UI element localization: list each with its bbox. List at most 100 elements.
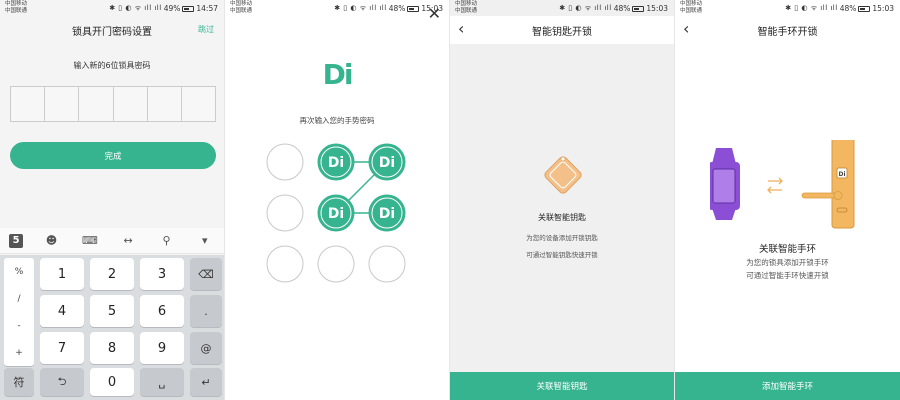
feature-subtitle-1: 为您的设备添加开锁钥匙 [526,234,598,242]
pin-box[interactable] [79,87,114,121]
keyboard-toolbar: 5 ☻ ⌨ ↔ ⚲ ▾ [0,228,224,254]
feature-title: 关联智能钥匙 [538,213,586,222]
key-dot[interactable]: . [190,295,222,327]
carrier-2: 中国联通 [5,8,28,14]
signal-icons: ✱ ▯ ◐ ᯤ ıll ıll [109,4,162,12]
collapse-icon[interactable]: ▾ [195,234,215,247]
symbol-column[interactable]: % / - + [4,258,34,366]
clock: 15:03 [646,4,668,13]
gesture-node[interactable] [266,245,304,283]
undo-key[interactable]: ⮌ [40,368,84,396]
feature-title: 关联智能手环 [758,244,816,255]
skip-link[interactable]: 跳过 [198,24,214,35]
symbol-key[interactable]: 符 [4,368,34,396]
signal-icons: ✱ ▯ ◐ ᯤ ıll ıll [785,4,838,12]
node-logo: Di [379,206,395,222]
pin-box[interactable] [45,87,80,121]
close-icon[interactable]: ✕ [428,4,441,23]
key-minus[interactable]: - [17,321,20,331]
key-6[interactable]: 6 [140,295,184,327]
carrier-1: 中国移动 [455,1,478,7]
screen-smart-band: 中国移动 中国联通 ✱ ▯ ◐ ᯤ ıll ıll 48% 15:03 ‹ 智能… [675,0,900,400]
key-at[interactable]: @ [190,332,222,364]
space-key[interactable]: ␣ [140,368,184,396]
gesture-prompt: 再次输入您的手势密码 [299,116,375,125]
clock: 15:03 [872,4,894,13]
back-arrow-icon[interactable]: ‹ [683,21,689,37]
title-bar: ‹ 智能钥匙开锁 [450,16,674,44]
carrier-1: 中国移动 [680,1,703,7]
carrier-2: 中国联通 [680,8,703,14]
screen-gesture-password: 中国移动 中国联通 ✱ ▯ ◐ ᯤ ıll ıll 48% 15:03 ✕ Di… [225,0,450,400]
band-lock-illustration: Di [710,140,855,229]
signal-icons: ✱ ▯ ◐ ᯤ ıll ıll [559,4,612,12]
key-slash[interactable]: / [17,294,20,304]
screen-lock-password: 中国移动 中国联通 ✱ ▯ ◐ ᯤ ıll ıll 49% 14:57 锁具开门… [0,0,225,400]
key-1[interactable]: 1 [40,258,84,290]
carrier-1: 中国移动 [230,1,253,7]
password-prompt: 输入新的6位锁具密码 [73,61,151,70]
pin-box[interactable] [182,87,215,121]
gesture-node[interactable]: Di [317,143,355,181]
add-smart-band-button[interactable]: 添加智能手环 [675,372,900,400]
app-logo: Di [322,58,354,91]
lock-label: Di [838,171,845,178]
gesture-pad[interactable]: Di Di Di Di [225,135,450,295]
done-button[interactable]: 完成 [10,142,216,169]
battery-level: 48% [839,4,857,13]
sync-arrows-icon [767,177,783,194]
node-logo: Di [328,206,344,222]
smart-band-icon [710,148,740,220]
title-bar: 锁具开门密码设置 跳过 [0,16,224,44]
keyboard-icon[interactable]: ⌨ [80,234,100,247]
carrier-2: 中国联通 [455,8,478,14]
key-9[interactable]: 9 [140,332,184,364]
gesture-node[interactable] [368,245,406,283]
status-bar: 中国移动 中国联通 ✱ ▯ ◐ ᯤ ıll ıll 49% 14:57 [0,0,224,16]
page-title: 智能钥匙开锁 [532,26,592,38]
gesture-node[interactable] [317,245,355,283]
page-title: 智能手环开锁 [757,26,818,38]
pin-input[interactable] [10,86,216,122]
key-percent[interactable]: % [15,267,24,277]
carrier-2: 中国联通 [230,8,253,14]
backspace-key[interactable]: ⌫ [190,258,222,290]
emoji-icon[interactable]: ☻ [41,234,61,247]
gesture-node[interactable] [266,143,304,181]
key-0[interactable]: 0 [90,368,134,396]
key-8[interactable]: 8 [90,332,134,364]
door-lock-icon: Di [801,140,855,229]
pin-box[interactable] [11,87,46,121]
gesture-node[interactable]: Di [368,194,406,232]
gesture-node[interactable]: Di [317,194,355,232]
cursor-move-icon[interactable]: ↔ [118,234,138,247]
status-bar: 中国移动 中国联通 ✱ ▯ ◐ ᯤ ıll ıll 48% 15:03 [225,0,449,16]
key-plus[interactable]: + [15,348,23,358]
battery-icon [858,5,871,12]
status-bar: 中国移动 中国联通 ✱ ▯ ◐ ᯤ ıll ıll 48% 15:03 [675,0,900,16]
gesture-node[interactable]: Di [368,143,406,181]
battery-level: 48% [388,4,406,13]
page-title: 锁具开门密码设置 [72,26,152,38]
pin-box[interactable] [114,87,148,121]
status-bar: 中国移动 中国联通 ✱ ▯ ◐ ᯤ ıll ıll 48% 15:03 [450,0,674,16]
feature-subtitle-2: 可通过智能钥匙快速开锁 [526,251,598,259]
pin-box[interactable] [148,87,182,121]
search-icon[interactable]: ⚲ [156,234,176,247]
battery-level: 48% [613,4,631,13]
battery-icon [182,5,195,12]
key-2[interactable]: 2 [90,258,134,290]
link-smart-key-button[interactable]: 关联智能钥匙 [450,372,674,400]
key-5[interactable]: 5 [90,295,134,327]
back-arrow-icon[interactable]: ‹ [458,21,464,37]
carrier-1: 中国移动 [5,1,28,7]
key-3[interactable]: 3 [140,258,184,290]
battery-level: 49% [163,4,181,13]
gesture-node[interactable] [266,194,304,232]
signal-icons: ✱ ▯ ◐ ᯤ ıll ıll [334,4,387,12]
node-logo: Di [379,155,395,171]
key-4[interactable]: 4 [40,295,84,327]
enter-key[interactable]: ↵ [190,368,222,396]
sogou-logo-icon[interactable]: 5 [9,233,24,248]
key-7[interactable]: 7 [40,332,84,364]
